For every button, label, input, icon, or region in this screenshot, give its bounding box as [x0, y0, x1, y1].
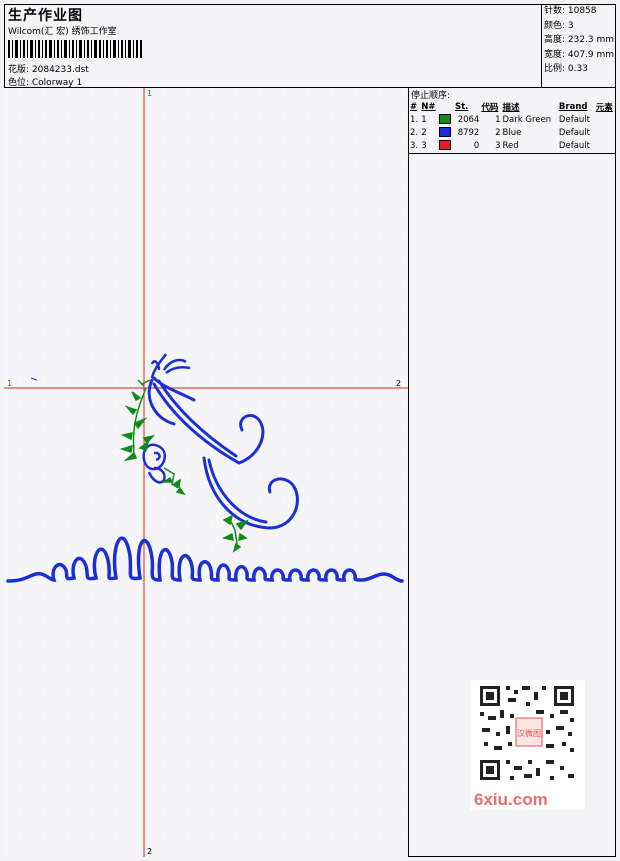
row-brand: Default [558, 140, 590, 151]
color-swatch [439, 127, 452, 138]
table-divider [409, 153, 616, 154]
qr-code-graphic: 汉微图 [470, 680, 585, 792]
col-code: 代码 [481, 102, 499, 113]
row-brand: Default [558, 114, 590, 125]
row-code: 2 [495, 127, 501, 138]
row-index: 2. [410, 127, 419, 138]
row-element [595, 113, 616, 126]
design-file: 花版: 2084233.dst [8, 65, 89, 75]
design-canvas: 1 2 1 2 [4, 88, 409, 857]
row-needle: 1 [421, 114, 427, 125]
table-header-row: # N# St. 代码 描述 Brand 元素 [409, 100, 616, 113]
row-stitches: 2064 [457, 114, 480, 125]
row-stitches: 8792 [457, 127, 480, 138]
row-description: Red [502, 140, 519, 151]
axis-left-label: 1 [7, 379, 12, 388]
row-description: Blue [502, 127, 522, 138]
axis-top-label: 1 [147, 89, 152, 98]
col-index: # [410, 101, 418, 112]
embroidery-preview: 1 2 1 2 [4, 88, 408, 857]
stitch-count: 针数: 10858 [544, 6, 597, 16]
row-swatch [438, 126, 454, 139]
table-row: 3. 3 0 3 Red Default [409, 139, 616, 152]
row-code: 1 [495, 114, 501, 125]
scale: 比例: 0.33 [544, 64, 588, 74]
design-width: 宽度: 407.9 mm [544, 49, 615, 60]
row-code: 3 [495, 140, 501, 151]
axis-bottom-label: 2 [147, 847, 152, 856]
header-info: 生产作业图 Wilcom(汇 宏) 绣饰工作室 花版: 2084233.dst … [4, 4, 542, 88]
colorway: 色位: Colorway 1 [8, 78, 83, 88]
row-swatch [438, 113, 454, 126]
row-index: 3. [410, 140, 419, 151]
col-stitches: St. [454, 101, 469, 112]
qr-stamp-text: 汉微图 [517, 728, 541, 738]
row-stitches: 0 [473, 140, 480, 151]
table-row: 1. 1 2064 1 Dark Green Default [409, 113, 616, 126]
row-needle: 2 [421, 127, 427, 138]
color-swatch [439, 140, 452, 151]
row-index: 1. [410, 114, 419, 125]
color-count: 颜色: 3 [544, 20, 574, 31]
row-element [595, 139, 616, 152]
page-title: 生产作业图 [8, 8, 83, 24]
col-description: 描述 [502, 102, 520, 113]
stats-panel: 针数: 10858 颜色: 3 高度: 232.3 mm 宽度: 407.9 m… [542, 4, 616, 88]
axis-right-label: 2 [396, 379, 401, 388]
row-swatch [438, 139, 454, 152]
col-element: 元素 [595, 102, 613, 113]
barcode [8, 40, 142, 58]
table-row: 2. 2 8792 2 Blue Default [409, 126, 616, 139]
color-swatch [439, 114, 452, 125]
col-brand: Brand [558, 101, 588, 112]
design-height: 高度: 232.3 mm [544, 35, 615, 45]
row-needle: 3 [421, 140, 427, 151]
col-needle: N# [421, 101, 436, 112]
row-brand: Default [558, 127, 590, 138]
stop-sequence-table: # N# St. 代码 描述 Brand 元素 1. 1 2064 1 Dark Gre… [409, 100, 616, 152]
site-watermark: 6xiu.com [474, 790, 548, 809]
studio-name: Wilcom(汇 宏) 绣饰工作室 [8, 27, 117, 37]
row-element [595, 126, 616, 139]
row-description: Dark Green [502, 114, 552, 125]
